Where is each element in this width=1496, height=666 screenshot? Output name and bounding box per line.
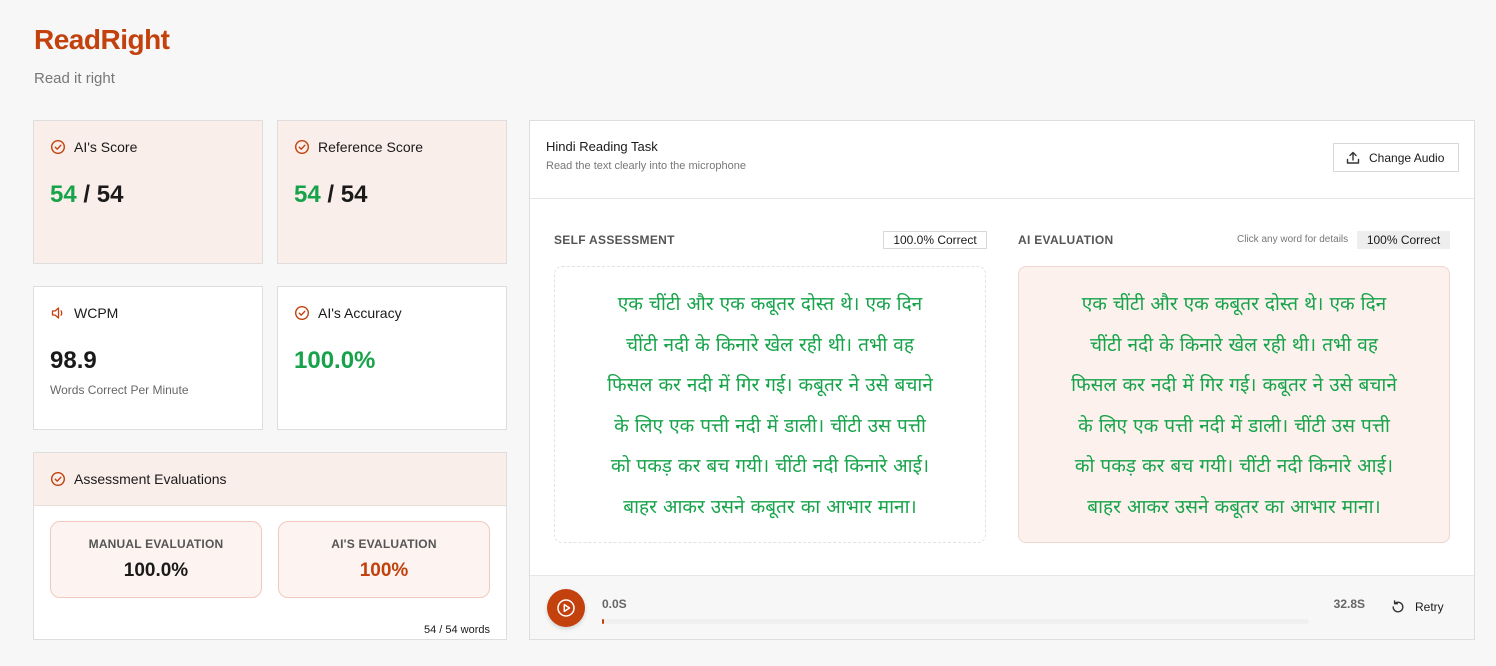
passage-word-line[interactable]: बाहर आकर उसने कबूतर का आभार माना। bbox=[1039, 487, 1429, 528]
current-time: 0.0S bbox=[602, 597, 627, 611]
ai-accuracy-label: AI's Accuracy bbox=[318, 305, 402, 321]
app-title: ReadRight bbox=[34, 24, 170, 55]
passage-line: एक चींटी और एक कबूतर दोस्त थे। एक दिन bbox=[617, 293, 923, 315]
self-assessment-label: SELF ASSESSMENT bbox=[554, 233, 675, 247]
retry-icon bbox=[1390, 599, 1406, 615]
reference-score-total: 54 bbox=[340, 181, 368, 208]
reference-score-value: 54 / 54 bbox=[294, 181, 490, 209]
assessment-title: Assessment Evaluations bbox=[74, 471, 227, 487]
play-button[interactable] bbox=[547, 589, 585, 627]
ai-evaluation-hint: Click any word for details bbox=[1237, 234, 1349, 245]
retry-button[interactable]: Retry bbox=[1390, 599, 1444, 615]
passage-line: बाहर आकर उसने कबूतर का आभार माना। bbox=[623, 495, 917, 518]
ai-score-total: 54 bbox=[96, 181, 124, 208]
ai-accuracy-card: AI's Accuracy 100.0% bbox=[277, 286, 507, 430]
reference-score-label: Reference Score bbox=[318, 139, 424, 155]
ai-evaluation-box-label: AI'S EVALUATION bbox=[331, 537, 437, 551]
wcpm-label: WCPM bbox=[74, 305, 119, 321]
reference-score-separator: / bbox=[320, 181, 341, 208]
ai-evaluation-badge: 100% Correct bbox=[1357, 231, 1450, 249]
self-assessment-passage: एक चींटी और एक कबूतर दोस्त थे। एक दिन ची… bbox=[554, 266, 986, 543]
task-subtitle: Read the text clearly into the microphon… bbox=[546, 160, 746, 172]
ai-score-card: AI's Score 54 / 54 bbox=[33, 120, 263, 264]
word-count: 54 / 54 words bbox=[423, 624, 490, 636]
assessment-evaluations-card: Assessment Evaluations MANUAL EVALUATION… bbox=[33, 452, 507, 640]
ai-score-correct: 54 bbox=[50, 181, 77, 208]
total-duration: 32.8S bbox=[1333, 597, 1365, 611]
passage-word-line[interactable]: फिसल कर नदी में गिर गई। कबूतर ने उसे बचा… bbox=[1039, 365, 1429, 406]
check-circle-icon bbox=[50, 139, 66, 155]
ai-score-value: 54 / 54 bbox=[50, 181, 246, 209]
ai-evaluation-box-value: 100% bbox=[359, 560, 409, 581]
retry-label: Retry bbox=[1415, 600, 1444, 614]
audio-progress-track[interactable] bbox=[602, 619, 1309, 624]
wcpm-sub: Words Correct Per Minute bbox=[50, 383, 189, 397]
wcpm-card: WCPM 98.9 Words Correct Per Minute bbox=[33, 286, 263, 430]
audio-player: 0.0S 32.8S Retry bbox=[530, 575, 1474, 639]
reference-score-correct: 54 bbox=[294, 181, 321, 208]
ai-evaluation-label: AI EVALUATION bbox=[1018, 233, 1114, 247]
ai-evaluation-box: AI'S EVALUATION 100% bbox=[278, 521, 490, 598]
assessment-header: Assessment Evaluations bbox=[34, 453, 506, 506]
reference-score-card: Reference Score 54 / 54 bbox=[277, 120, 507, 264]
self-assessment-badge: 100.0% Correct bbox=[883, 231, 987, 249]
app-header: ReadRight Read it right bbox=[34, 24, 170, 87]
task-header: Hindi Reading Task Read the text clearly… bbox=[530, 121, 1474, 199]
manual-evaluation-box: MANUAL EVALUATION 100.0% bbox=[50, 521, 262, 598]
check-circle-icon bbox=[294, 305, 310, 321]
ai-score-label: AI's Score bbox=[74, 139, 138, 155]
app-subtitle: Read it right bbox=[34, 70, 115, 87]
play-icon bbox=[556, 598, 576, 618]
ai-score-separator: / bbox=[76, 181, 97, 208]
check-circle-icon bbox=[50, 471, 66, 487]
passage-word-line[interactable]: के लिए एक पत्ती नदी में डाली। चींटी उस प… bbox=[1039, 406, 1429, 447]
change-audio-button[interactable]: Change Audio bbox=[1333, 143, 1459, 172]
manual-evaluation-label: MANUAL EVALUATION bbox=[88, 537, 224, 551]
check-circle-icon bbox=[294, 139, 310, 155]
audio-progress-fill bbox=[602, 619, 604, 624]
speaker-icon bbox=[50, 305, 66, 321]
upload-icon bbox=[1345, 150, 1361, 166]
passage-line: को पकड़ कर बच गयी। चींटी नदी किनारे आई। bbox=[610, 455, 930, 477]
reading-task-panel: Hindi Reading Task Read the text clearly… bbox=[529, 120, 1475, 640]
wcpm-value: 98.9 bbox=[50, 347, 97, 374]
passage-word-line[interactable]: एक चींटी और एक कबूतर दोस्त थे। एक दिन bbox=[1039, 284, 1429, 325]
passage-line: चींटी नदी के किनारे खेल रही थी। तभी वह bbox=[626, 333, 914, 356]
passage-line: फिसल कर नदी में गिर गई। कबूतर ने उसे बचा… bbox=[607, 374, 933, 396]
passage-word-line[interactable]: चींटी नदी के किनारे खेल रही थी। तभी वह bbox=[1039, 325, 1429, 366]
change-audio-label: Change Audio bbox=[1369, 150, 1445, 165]
passage-word-line[interactable]: को पकड़ कर बच गयी। चींटी नदी किनारे आई। bbox=[1039, 446, 1429, 487]
task-title: Hindi Reading Task bbox=[546, 139, 658, 154]
ai-accuracy-value: 100.0% bbox=[294, 347, 376, 374]
passage-line: के लिए एक पत्ती नदी में डाली। चींटी उस प… bbox=[614, 414, 926, 437]
ai-evaluation-passage: एक चींटी और एक कबूतर दोस्त थे। एक दिन ची… bbox=[1018, 266, 1450, 543]
manual-evaluation-value: 100.0% bbox=[123, 560, 189, 581]
